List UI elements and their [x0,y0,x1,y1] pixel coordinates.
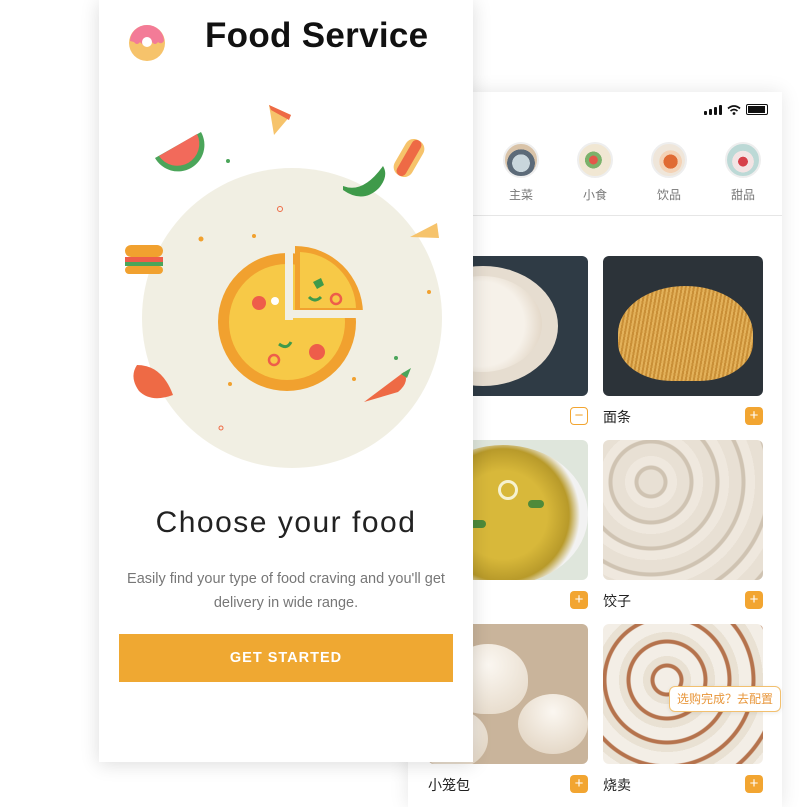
item-name: 饺子 [603,594,631,610]
noodles-photo [603,256,763,396]
category-main-dish[interactable]: 主菜 [491,142,551,203]
add-button[interactable]: + [745,775,763,793]
item-name: 小笼包 [428,778,470,794]
menu-card-noodles[interactable]: 面条 + [603,256,763,426]
decrease-button[interactable]: − [570,407,588,425]
menu-card-dumplings[interactable]: 饺子 + [603,440,763,610]
signal-icon [704,105,722,115]
snack-icon [577,142,613,178]
category-label: 饮品 [656,188,681,202]
category-drink[interactable]: 饮品 [639,142,699,203]
add-button[interactable]: + [745,407,763,425]
onboarding-heading: Choose your food [155,506,417,539]
food-illustration [125,105,442,468]
wifi-icon [727,105,741,115]
checkout-tooltip[interactable]: 选购完成？去配置 [669,686,782,712]
category-label: 甜品 [730,188,755,202]
main-dish-icon [503,142,539,178]
dumplings-photo [603,440,763,580]
drink-icon [651,142,687,178]
item-name: 面条 [603,410,631,426]
get-started-button[interactable]: GET STARTED [119,634,453,682]
category-snack[interactable]: 小食 [565,142,625,203]
donut-icon [129,25,165,61]
onboarding-screen: Food Service Choose your food Easily fin… [99,0,473,762]
category-dessert[interactable]: 甜品 [713,142,773,203]
app-title: Food Service [205,16,429,55]
onboarding-description: Easily find your type of food craving an… [127,571,445,611]
category-label: 小食 [582,188,607,202]
add-button[interactable]: + [570,591,588,609]
dessert-icon [725,142,761,178]
category-label: 主菜 [508,188,533,202]
add-button[interactable]: + [745,591,763,609]
add-button[interactable]: + [570,775,588,793]
battery-icon [746,104,768,115]
item-name: 烧卖 [603,778,631,794]
status-bar [704,104,768,115]
